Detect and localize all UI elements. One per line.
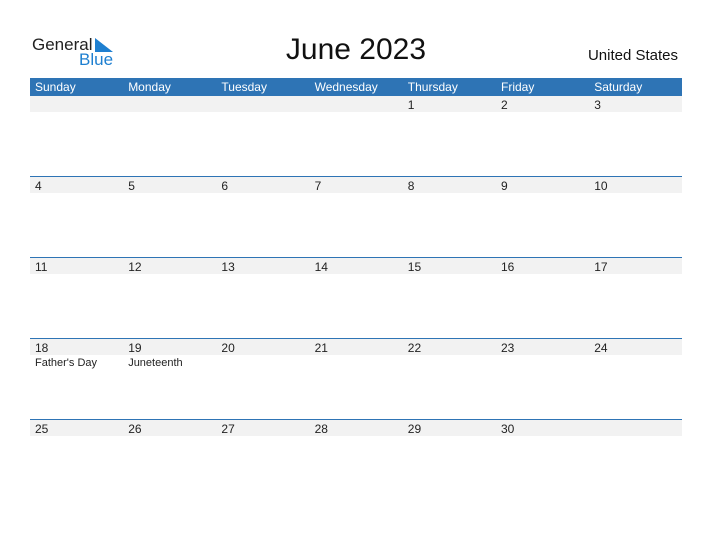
day-number: 18 (35, 341, 49, 355)
week-row: 25 26 27 28 29 30 (30, 419, 682, 501)
day-number: 10 (594, 179, 608, 193)
weekday-monday: Monday (128, 80, 171, 94)
day-number: 27 (221, 422, 235, 436)
day-number: 28 (314, 422, 328, 436)
day-number: 21 (314, 341, 328, 355)
day-number: 19 (128, 341, 142, 355)
day-number: 25 (35, 422, 49, 436)
day-number: 15 (407, 260, 422, 274)
day-number: 17 (594, 260, 608, 274)
day-number: 14 (314, 260, 328, 274)
day-number: 16 (501, 260, 515, 274)
weekday-saturday: Saturday (594, 80, 643, 94)
weekday-tuesday: Tuesday (221, 80, 267, 94)
day-number: 4 (35, 179, 42, 193)
week-row: 18 19 20 21 22 23 24 Father's Day Juneteenth (30, 338, 682, 420)
day-number: 11 (35, 260, 48, 274)
holiday-label: Father's Day (35, 357, 98, 369)
country-label: United States (587, 47, 678, 64)
day-number: 23 (501, 341, 515, 355)
day-number: 2 (501, 98, 508, 112)
day-number: 7 (314, 179, 322, 193)
day-number: 26 (128, 422, 142, 436)
day-number: 22 (407, 341, 422, 355)
week-row: 1 2 3 (30, 96, 682, 177)
day-number: 13 (221, 260, 235, 274)
weekday-friday: Friday (501, 80, 535, 94)
day-number: 24 (594, 341, 608, 355)
day-number: 6 (221, 179, 229, 193)
day-number: 29 (407, 422, 422, 436)
day-number: 8 (407, 179, 415, 193)
day-number: 1 (407, 98, 415, 112)
weekday-wednesday: Wednesday (314, 80, 378, 94)
day-number: 20 (221, 341, 235, 355)
weekday-thursday: Thursday (407, 80, 458, 94)
day-number: 30 (501, 422, 515, 436)
weekday-header: Sunday Monday Tuesday Wednesday Thursday Frid… (30, 78, 682, 96)
date-strip (30, 96, 682, 112)
day-number: 12 (128, 260, 142, 274)
day-number: 3 (594, 98, 601, 112)
day-number: 9 (501, 179, 508, 193)
weekday-sunday: Sunday (35, 80, 76, 94)
week-row: 11 12 13 14 15 16 17 (30, 257, 682, 339)
day-number: 5 (128, 179, 135, 193)
holiday-label: Juneteenth (128, 357, 183, 369)
week-row: 4 5 6 7 8 9 10 (30, 176, 682, 258)
